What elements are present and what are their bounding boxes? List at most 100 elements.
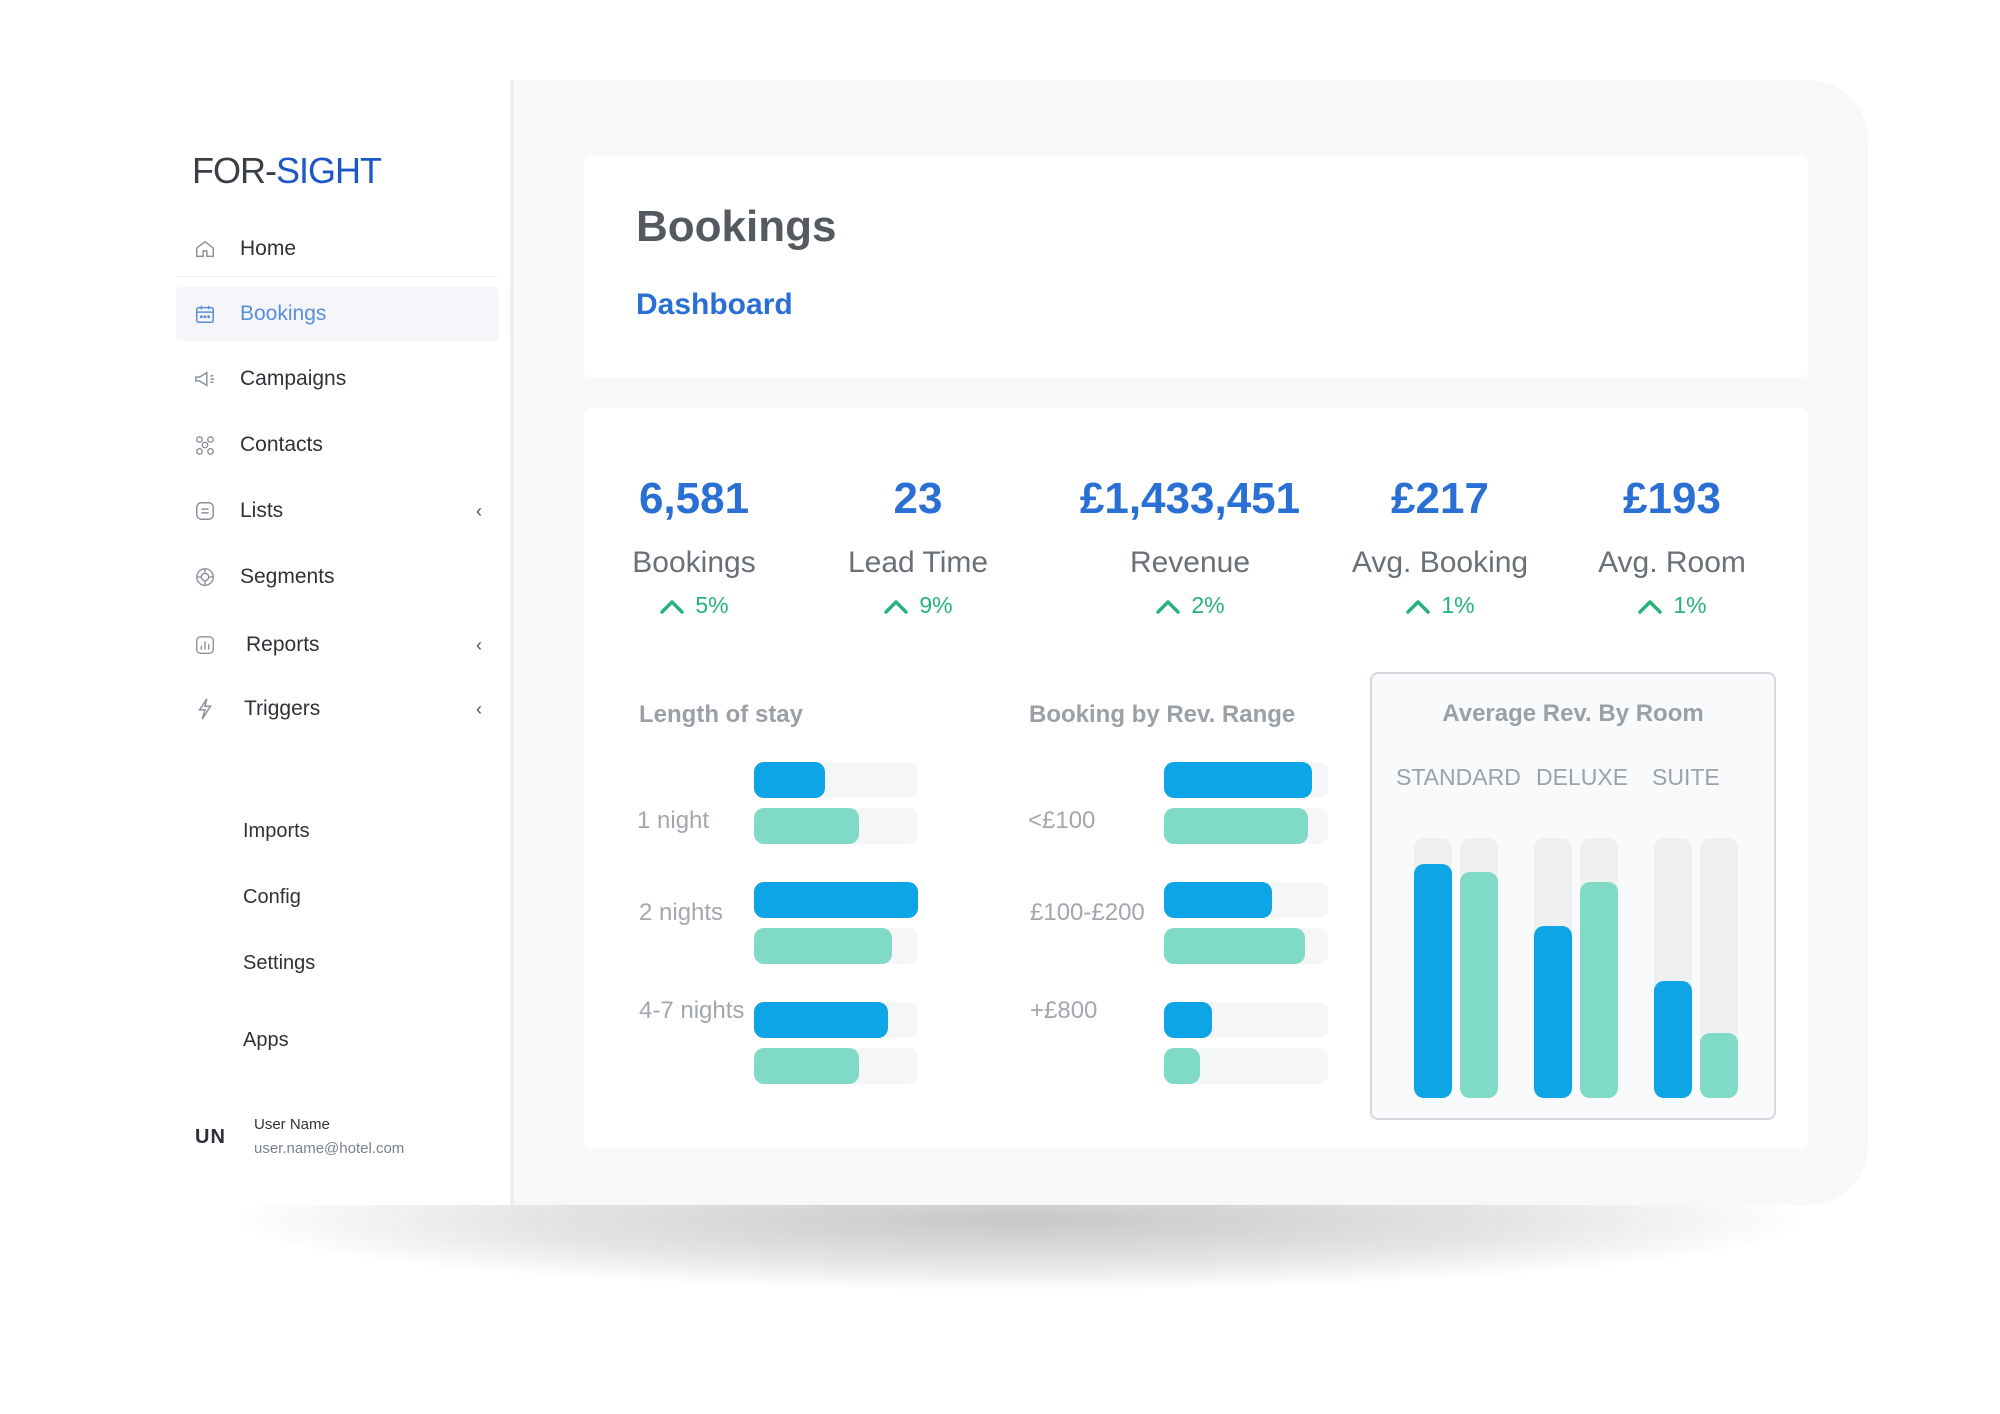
bar-track	[754, 882, 918, 918]
bar-track	[1164, 1002, 1328, 1038]
sidebar-item-apps[interactable]: Apps	[243, 1029, 289, 1052]
chevron-left-icon[interactable]: ‹	[476, 699, 482, 720]
bar-track	[754, 1002, 918, 1038]
column-label: SUITE	[1652, 764, 1720, 790]
bar-track	[1164, 808, 1328, 844]
chart-title-average-rev-by-room: Average Rev. By Room	[1442, 700, 1704, 727]
column-track	[1580, 838, 1618, 1098]
kpi-delta: 5%	[584, 592, 804, 619]
kpi-value: 6,581	[638, 474, 750, 523]
column-series-1	[1700, 1033, 1738, 1098]
page-title: Bookings	[636, 202, 837, 251]
sidebar-item-settings[interactable]: Settings	[243, 952, 315, 975]
bar-series-1	[1164, 1048, 1200, 1084]
arrow-up-icon	[1406, 599, 1431, 614]
brand-logo-part2: SIGHT	[276, 150, 382, 191]
column-label: STANDARD	[1396, 764, 1521, 790]
bar-series-0	[754, 882, 918, 918]
bar-series-0	[1164, 762, 1312, 798]
page-header: Bookings Dashboard	[584, 156, 1808, 378]
bar-series-1	[754, 928, 892, 964]
arrow-up-icon	[1638, 599, 1663, 614]
contacts-icon	[192, 432, 218, 458]
kpi-label: Bookings	[632, 546, 756, 579]
reports-icon	[192, 632, 218, 658]
column-series-1	[1580, 882, 1618, 1098]
sidebar-item-triggers[interactable]: Triggers ‹	[176, 682, 498, 736]
kpi-label: Lead Time	[847, 546, 989, 579]
sidebar-item-campaigns[interactable]: Campaigns	[176, 352, 498, 406]
app-window: FOR-SIGHT Home Bookings Campaigns Contac…	[128, 80, 1868, 1205]
chevron-left-icon[interactable]: ‹	[476, 635, 482, 656]
kpi-bookings: 6,581 Bookings 5%	[584, 474, 804, 619]
kpi-delta-value: 1%	[1441, 592, 1475, 618]
chart-title-length-of-stay: Length of stay	[639, 701, 804, 728]
kpi-value: 23	[893, 474, 943, 523]
kpi-value: £193	[1623, 474, 1721, 523]
column-track	[1414, 838, 1452, 1098]
bar-series-0	[754, 762, 825, 798]
sidebar-item-home[interactable]: Home	[176, 222, 498, 276]
avatar[interactable]: UN	[195, 1126, 226, 1149]
sidebar-item-label: Campaigns	[240, 367, 347, 390]
column-label: DELUXE	[1536, 764, 1629, 790]
bar-label: 2 nights	[639, 899, 724, 926]
sidebar-item-contacts[interactable]: Contacts	[176, 418, 498, 472]
bar-track	[754, 762, 918, 798]
sidebar-item-bookings[interactable]: Bookings	[176, 287, 498, 341]
chevron-left-icon[interactable]: ‹	[476, 501, 482, 522]
bar-label: <£100	[1028, 807, 1096, 834]
bar-track	[754, 1048, 918, 1084]
list-icon	[192, 498, 218, 524]
page-subtitle[interactable]: Dashboard	[636, 288, 793, 322]
sidebar-item-reports[interactable]: Reports ‹	[176, 618, 498, 672]
kpi-lead-time: 23 Lead Time 9%	[808, 474, 1028, 619]
sidebar-item-label: Triggers	[244, 697, 321, 720]
kpi-delta: 1%	[1562, 592, 1782, 619]
column-track	[1460, 838, 1498, 1098]
kpi-value: £1,433,451	[1079, 474, 1301, 523]
kpi-delta-value: 9%	[919, 592, 953, 618]
kpi-avg-room: £193 Avg. Room 1%	[1562, 474, 1782, 619]
kpi-delta-value: 2%	[1191, 592, 1225, 618]
brand-logo-part1: FOR	[192, 150, 266, 191]
bar-series-0	[1164, 882, 1272, 918]
sidebar-item-label: Contacts	[240, 433, 323, 456]
sidebar-item-label: Segments	[240, 565, 335, 588]
kpi-label: Avg. Room	[1598, 546, 1746, 579]
arrow-up-icon	[1156, 599, 1181, 614]
bar-track	[1164, 1048, 1328, 1084]
dashboard-panel: 6,581 Bookings 5% 23 Lead Time 9% £1,433…	[584, 408, 1808, 1148]
sidebar-item-lists[interactable]: Lists ‹	[176, 484, 498, 538]
sidebar-item-label: Home	[240, 237, 297, 260]
user-name: User Name	[254, 1116, 330, 1133]
arrow-up-icon	[660, 599, 685, 614]
kpi-delta: 1%	[1330, 592, 1550, 619]
kpi-delta: 9%	[808, 592, 1028, 619]
sidebar-item-config[interactable]: Config	[243, 886, 301, 909]
average-rev-by-room-chart: Average Rev. By Room STANDARD DELUXE SUI…	[1370, 672, 1776, 1120]
brand-logo[interactable]: FOR-SIGHT	[192, 150, 382, 192]
lightning-icon	[192, 696, 218, 722]
bar-label: 4-7 nights	[639, 997, 745, 1024]
segments-icon	[192, 564, 218, 590]
megaphone-icon	[192, 366, 218, 392]
kpi-value: £217	[1391, 474, 1489, 523]
calendar-icon	[192, 301, 218, 327]
bar-track	[1164, 762, 1328, 798]
bar-series-0	[1164, 1002, 1212, 1038]
bar-label: +£800	[1030, 997, 1098, 1024]
kpi-avg-booking: £217 Avg. Booking 1%	[1330, 474, 1550, 619]
home-icon	[192, 236, 218, 262]
chart-title-booking-by-rev-range: Booking by Rev. Range	[1029, 701, 1296, 728]
sidebar-item-segments[interactable]: Segments	[176, 550, 498, 604]
sidebar-item-imports[interactable]: Imports	[243, 820, 310, 843]
column-series-0	[1414, 864, 1452, 1098]
sidebar-item-label: Bookings	[240, 302, 327, 325]
column-series-0	[1534, 926, 1572, 1098]
kpi-delta: 2%	[1040, 592, 1340, 619]
kpi-label: Revenue	[1129, 546, 1251, 579]
column-series-0	[1654, 981, 1692, 1098]
sidebar-item-label: Lists	[240, 499, 284, 522]
kpi-delta-value: 5%	[695, 592, 729, 618]
